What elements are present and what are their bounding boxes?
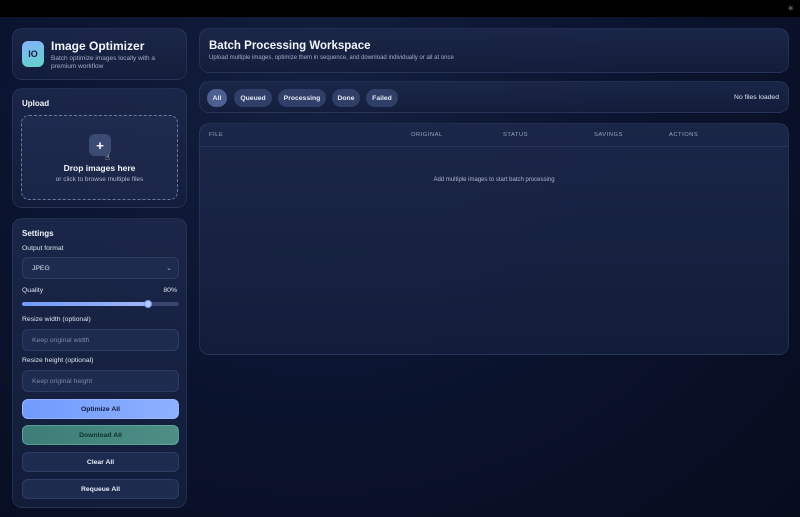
column-header-status: STATUS bbox=[503, 132, 529, 138]
workspace-subtitle: Upload multiple images, optimize them in… bbox=[209, 55, 454, 61]
settings-panel: Settings Output format JPEG ⌄ Quality 80… bbox=[12, 218, 187, 508]
resize-height-label: Resize height (optional) bbox=[22, 357, 94, 364]
table-header-divider bbox=[200, 146, 788, 147]
quality-value: 80% bbox=[163, 287, 177, 294]
quality-label: Quality bbox=[22, 287, 44, 294]
upload-heading: Upload bbox=[22, 99, 50, 108]
app-title: Image Optimizer bbox=[51, 39, 145, 53]
optimize-all-button[interactable]: Optimize All bbox=[22, 399, 179, 419]
column-header-actions: ACTIONS bbox=[669, 132, 699, 138]
workspace-title: Batch Processing Workspace bbox=[209, 40, 371, 52]
column-header-savings: SAVINGS bbox=[594, 132, 623, 138]
filter-chip-failed[interactable]: Failed bbox=[366, 89, 398, 107]
filter-chip-processing[interactable]: Processing bbox=[278, 89, 326, 107]
app-subtitle: Batch optimize images locally with a pre… bbox=[51, 55, 156, 70]
column-header-file: FILE bbox=[209, 132, 224, 138]
files-status: No files loaded bbox=[734, 94, 779, 101]
files-table: FILE ORIGINAL STATUS SAVINGS ACTIONS Add… bbox=[199, 123, 789, 355]
output-format-value: JPEG bbox=[32, 264, 50, 272]
resize-height-input[interactable]: Keep original height bbox=[22, 370, 179, 392]
upload-panel: Upload + ☝ Drop images here or click to … bbox=[12, 88, 187, 208]
window-top-bar: ✳ bbox=[0, 0, 800, 17]
filter-chip-all[interactable]: All bbox=[207, 89, 227, 107]
resize-width-input[interactable]: Keep original width bbox=[22, 329, 179, 351]
column-header-original: ORIGINAL bbox=[411, 132, 443, 138]
pointer-cursor-icon: ☝ bbox=[105, 153, 110, 162]
quality-slider[interactable] bbox=[22, 300, 179, 308]
chevron-down-icon: ⌄ bbox=[166, 265, 172, 272]
quality-slider-thumb[interactable] bbox=[143, 300, 152, 308]
resize-width-label: Resize width (optional) bbox=[22, 316, 91, 323]
dropzone[interactable]: + ☝ Drop images here or click to browse … bbox=[21, 115, 178, 200]
filter-chip-done[interactable]: Done bbox=[332, 89, 360, 107]
requeue-all-button[interactable]: Requeue All bbox=[22, 479, 179, 499]
empty-state-message: Add multiple images to start batch proce… bbox=[433, 177, 555, 183]
app-logo: IO bbox=[22, 41, 44, 67]
output-format-label: Output format bbox=[22, 245, 64, 252]
filter-bar: All Queued Processing Done Failed No fil… bbox=[199, 81, 789, 113]
download-all-button[interactable]: Download All bbox=[22, 425, 179, 445]
brand-header: IO Image Optimizer Batch optimize images… bbox=[12, 28, 187, 80]
output-format-select[interactable]: JPEG ⌄ bbox=[22, 257, 179, 279]
status-icon: ✳ bbox=[787, 4, 794, 13]
workspace-header: Batch Processing Workspace Upload multip… bbox=[199, 28, 789, 73]
quality-slider-fill bbox=[22, 302, 148, 306]
settings-heading: Settings bbox=[22, 229, 54, 238]
dropzone-subtitle: or click to browse multiple files bbox=[55, 176, 144, 183]
clear-all-button[interactable]: Clear All bbox=[22, 452, 179, 472]
filter-chip-queued[interactable]: Queued bbox=[234, 89, 272, 107]
dropzone-title: Drop images here bbox=[63, 163, 136, 173]
